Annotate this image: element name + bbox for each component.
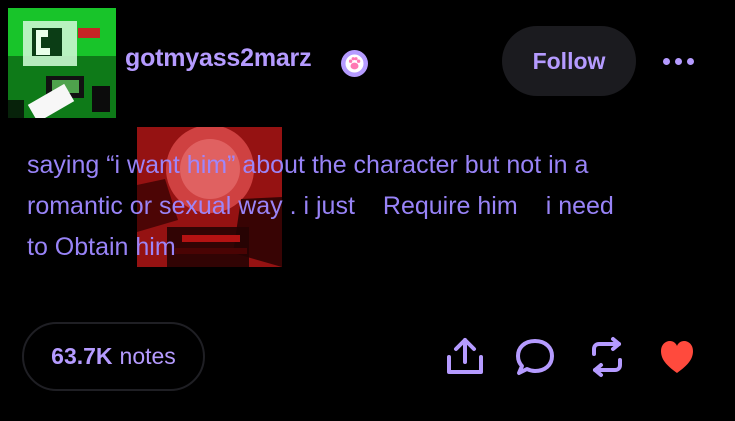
more-dot-2 xyxy=(674,57,682,65)
post-text-segment: romantic or sexual way . i just xyxy=(27,192,355,220)
reblog-icon xyxy=(592,337,622,377)
comment-icon xyxy=(516,339,554,375)
post-text-line: saying “i want him” about the character … xyxy=(27,145,717,186)
notes-button[interactable]: 63.7K notes xyxy=(22,322,205,391)
post-text-segment: Require him xyxy=(382,192,518,220)
more-dot-3 xyxy=(686,57,694,65)
post-text-line: romantic or sexual way . i just Require h… xyxy=(27,186,717,227)
follow-button[interactable]: Follow xyxy=(502,26,636,96)
reblog-button[interactable] xyxy=(586,336,628,378)
more-dot-1 xyxy=(662,57,670,65)
paw-badge-icon[interactable] xyxy=(341,50,368,77)
heart-icon xyxy=(661,341,693,373)
post-text-segment: to Obtain him xyxy=(27,233,176,261)
like-button[interactable] xyxy=(656,336,698,378)
share-button[interactable] xyxy=(444,336,486,378)
avatar[interactable] xyxy=(8,8,116,118)
comment-button[interactable] xyxy=(514,336,556,378)
username-link[interactable]: gotmyass2marz xyxy=(125,44,312,73)
avatar-image xyxy=(8,8,116,118)
more-options-button[interactable] xyxy=(658,44,698,78)
share-icon xyxy=(447,338,483,374)
paw-icon xyxy=(342,51,367,76)
post-body: saying “i want him” about the character … xyxy=(27,145,717,268)
notes-label: notes xyxy=(119,343,176,369)
post-text-segment: saying “i want him” about the character … xyxy=(27,151,589,179)
post-text-line: to Obtain him xyxy=(27,227,717,268)
post-text-segment: i need xyxy=(545,192,614,220)
notes-count: 63.7K xyxy=(51,343,113,369)
